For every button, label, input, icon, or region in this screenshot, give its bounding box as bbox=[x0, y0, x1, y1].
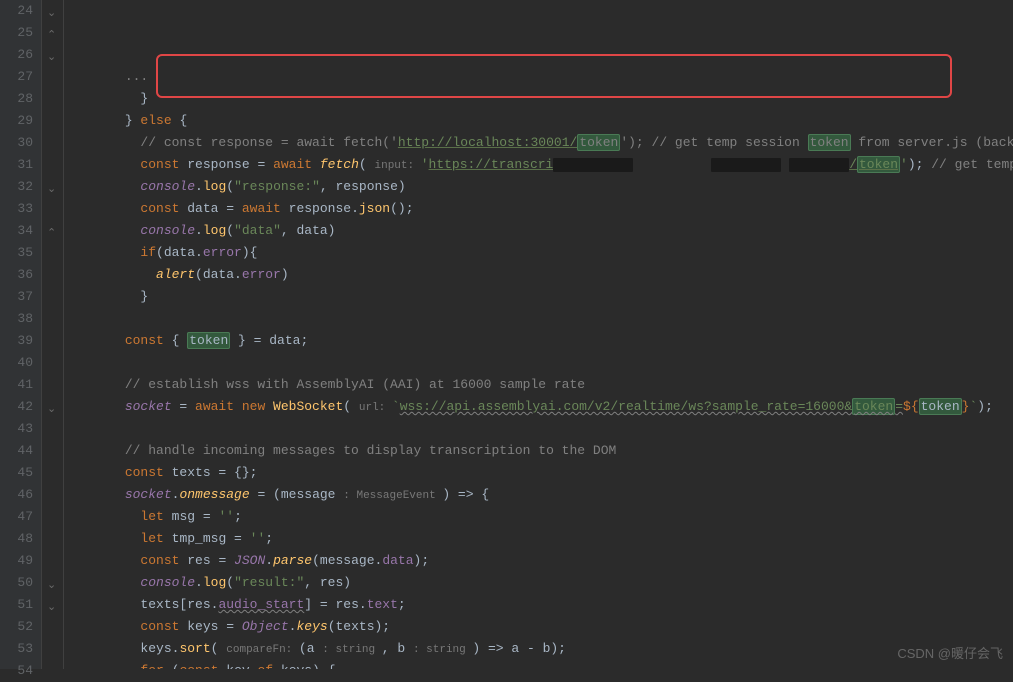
code-line[interactable]: const keys = Object.keys(texts); bbox=[78, 616, 1013, 638]
line-number: 34 bbox=[0, 220, 33, 242]
fold-toggle-icon[interactable]: ⌄ bbox=[47, 575, 56, 597]
code-line[interactable]: socket = await new WebSocket( url: `wss:… bbox=[78, 396, 1013, 418]
line-number: 50 bbox=[0, 572, 33, 594]
line-number-gutter: 2425262728293031323334353637383940414243… bbox=[0, 0, 42, 669]
line-number: 30 bbox=[0, 132, 33, 154]
line-number: 31 bbox=[0, 154, 33, 176]
fold-toggle-icon[interactable]: ⌄ bbox=[47, 597, 56, 619]
fold-toggle-icon[interactable]: ⌄ bbox=[47, 399, 56, 421]
code-line[interactable]: // const response = await fetch('http://… bbox=[78, 132, 1013, 154]
fold-toggle-icon[interactable]: ⌄ bbox=[47, 179, 56, 201]
code-line[interactable] bbox=[78, 352, 1013, 374]
fold-toggle-icon[interactable]: ⌄ bbox=[47, 3, 56, 25]
fold-toggle-icon[interactable]: ⌃ bbox=[47, 223, 56, 245]
line-number: 48 bbox=[0, 528, 33, 550]
line-number: 53 bbox=[0, 638, 33, 660]
code-line[interactable]: if(data.error){ bbox=[78, 242, 1013, 264]
code-line[interactable]: for (const key of keys) { bbox=[78, 660, 1013, 669]
redacted-block bbox=[711, 158, 781, 172]
fold-column[interactable]: ⌄⌃⌄⌄⌃⌄⌄⌄ bbox=[42, 0, 64, 669]
line-number: 52 bbox=[0, 616, 33, 638]
line-number: 25 bbox=[0, 22, 33, 44]
search-highlight: token bbox=[857, 156, 900, 173]
code-line[interactable]: let tmp_msg = ''; bbox=[78, 528, 1013, 550]
line-number: 29 bbox=[0, 110, 33, 132]
code-line[interactable]: ... bbox=[78, 66, 1013, 88]
code-line[interactable]: } else { bbox=[78, 110, 1013, 132]
line-number: 40 bbox=[0, 352, 33, 374]
code-line[interactable]: const { token } = data; bbox=[78, 330, 1013, 352]
code-line[interactable]: let msg = ''; bbox=[78, 506, 1013, 528]
line-number: 54 bbox=[0, 660, 33, 682]
line-number: 38 bbox=[0, 308, 33, 330]
line-number: 51 bbox=[0, 594, 33, 616]
code-line[interactable]: socket.onmessage = (message : MessageEve… bbox=[78, 484, 1013, 506]
line-number: 49 bbox=[0, 550, 33, 572]
search-highlight: token bbox=[187, 332, 230, 349]
code-line[interactable]: alert(data.error) bbox=[78, 264, 1013, 286]
line-number: 33 bbox=[0, 198, 33, 220]
code-line[interactable]: console.log("data", data) bbox=[78, 220, 1013, 242]
code-area[interactable]: ... } } else { // const response = await… bbox=[64, 0, 1013, 669]
code-line[interactable]: const data = await response.json(); bbox=[78, 198, 1013, 220]
code-line[interactable]: // handle incoming messages to display t… bbox=[78, 440, 1013, 462]
code-line[interactable]: const texts = {}; bbox=[78, 462, 1013, 484]
code-line[interactable]: texts[res.audio_start] = res.text; bbox=[78, 594, 1013, 616]
redacted-block bbox=[553, 158, 633, 172]
line-number: 37 bbox=[0, 286, 33, 308]
redacted-block bbox=[789, 158, 849, 172]
line-number: 26 bbox=[0, 44, 33, 66]
line-number: 24 bbox=[0, 0, 33, 22]
code-line[interactable]: console.log("result:", res) bbox=[78, 572, 1013, 594]
fold-toggle-icon[interactable]: ⌄ bbox=[47, 47, 56, 69]
code-line[interactable] bbox=[78, 418, 1013, 440]
search-highlight: token bbox=[919, 398, 962, 415]
search-highlight: token bbox=[808, 134, 851, 151]
code-line[interactable]: console.log("response:", response) bbox=[78, 176, 1013, 198]
line-number: 47 bbox=[0, 506, 33, 528]
watermark: CSDN @暖仔会飞 bbox=[897, 643, 1003, 665]
line-number: 42 bbox=[0, 396, 33, 418]
line-number: 44 bbox=[0, 440, 33, 462]
code-line[interactable]: keys.sort( compareFn: (a : string , b : … bbox=[78, 638, 1013, 660]
line-number: 45 bbox=[0, 462, 33, 484]
code-line[interactable]: } bbox=[78, 88, 1013, 110]
line-number: 28 bbox=[0, 88, 33, 110]
line-number: 35 bbox=[0, 242, 33, 264]
search-highlight: token bbox=[577, 134, 620, 151]
line-number: 39 bbox=[0, 330, 33, 352]
fold-toggle-icon[interactable]: ⌃ bbox=[47, 25, 56, 47]
line-number: 46 bbox=[0, 484, 33, 506]
line-number: 32 bbox=[0, 176, 33, 198]
line-number: 36 bbox=[0, 264, 33, 286]
search-highlight: token bbox=[852, 398, 895, 415]
code-line[interactable]: } bbox=[78, 286, 1013, 308]
code-line[interactable]: const res = JSON.parse(message.data); bbox=[78, 550, 1013, 572]
code-line[interactable]: // establish wss with AssemblyAI (AAI) a… bbox=[78, 374, 1013, 396]
code-line[interactable] bbox=[78, 308, 1013, 330]
line-number: 41 bbox=[0, 374, 33, 396]
code-line[interactable]: const response = await fetch( input: 'ht… bbox=[78, 154, 1013, 176]
code-editor[interactable]: 2425262728293031323334353637383940414243… bbox=[0, 0, 1013, 669]
line-number: 43 bbox=[0, 418, 33, 440]
line-number: 27 bbox=[0, 66, 33, 88]
